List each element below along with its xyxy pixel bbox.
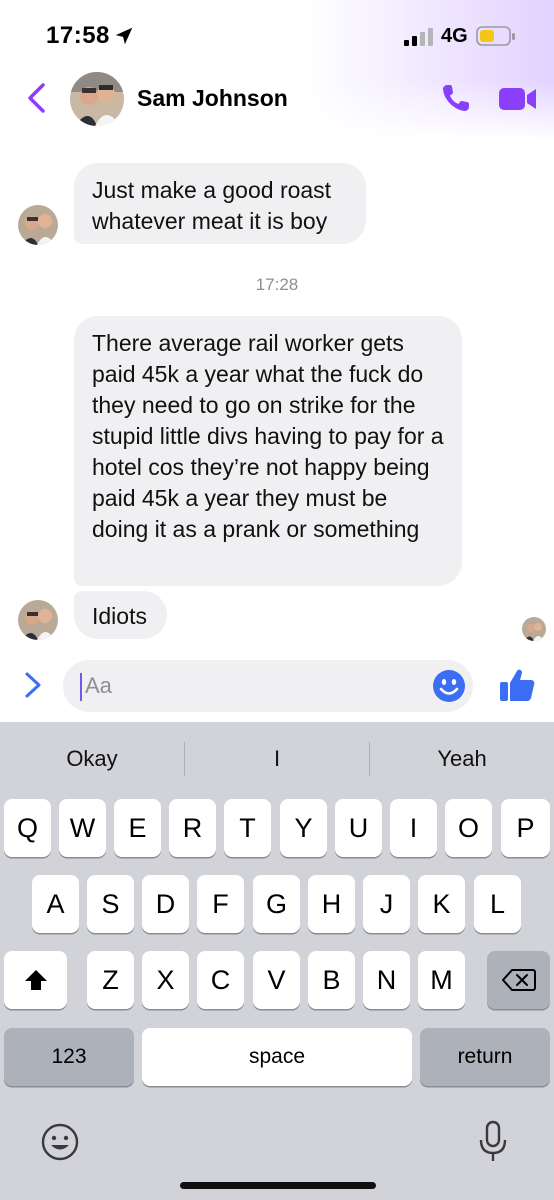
back-chevron-icon[interactable] <box>24 82 50 114</box>
key-s[interactable]: S <box>87 875 134 933</box>
message-input[interactable] <box>63 660 473 712</box>
home-indicator[interactable] <box>180 1182 376 1189</box>
key-t[interactable]: T <box>224 799 271 857</box>
key-u[interactable]: U <box>335 799 382 857</box>
key-b[interactable]: B <box>308 951 355 1009</box>
emoji-keyboard-icon[interactable] <box>40 1122 80 1162</box>
video-call-icon[interactable] <box>498 86 538 112</box>
key-m[interactable]: M <box>418 951 465 1009</box>
key-g[interactable]: G <box>253 875 300 933</box>
shift-arrow-icon <box>24 970 47 990</box>
microphone-icon[interactable] <box>478 1120 508 1164</box>
key-n[interactable]: N <box>363 951 410 1009</box>
key-j[interactable]: J <box>363 875 410 933</box>
text-caret <box>80 673 82 701</box>
space-key[interactable]: space <box>142 1028 412 1086</box>
suggestion-1[interactable]: Okay <box>0 736 184 782</box>
sender-avatar[interactable] <box>18 600 58 640</box>
contact-name[interactable]: Sam Johnson <box>137 85 288 112</box>
status-time: 17:58 <box>46 22 110 49</box>
return-key[interactable]: return <box>420 1028 550 1086</box>
key-c[interactable]: C <box>197 951 244 1009</box>
message-bubble[interactable]: Just make a good roast whatever meat it … <box>74 163 366 244</box>
key-y[interactable]: Y <box>280 799 327 857</box>
contact-avatar[interactable] <box>70 72 124 126</box>
thumbs-up-icon[interactable] <box>498 666 536 704</box>
signal-icon <box>404 28 433 46</box>
key-z[interactable]: Z <box>87 951 134 1009</box>
key-a[interactable]: A <box>32 875 79 933</box>
message-timestamp: 17:28 <box>255 275 299 294</box>
key-f[interactable]: F <box>197 875 244 933</box>
location-arrow-icon <box>115 27 133 45</box>
key-i[interactable]: I <box>390 799 437 857</box>
shift-key[interactable] <box>4 951 67 1009</box>
key-v[interactable]: V <box>253 951 300 1009</box>
key-o[interactable]: O <box>445 799 492 857</box>
network-label: 4G <box>441 25 468 47</box>
key-k[interactable]: K <box>418 875 465 933</box>
message-bubble[interactable]: Idiots <box>74 591 167 639</box>
backspace-key[interactable] <box>487 951 550 1009</box>
key-q[interactable]: Q <box>4 799 51 857</box>
phone-call-icon[interactable] <box>440 82 472 114</box>
backspace-icon <box>501 969 536 991</box>
expand-actions-icon[interactable] <box>22 670 44 700</box>
message-bubble[interactable]: There average rail worker gets paid 45k … <box>74 316 462 586</box>
read-receipt-avatar <box>522 617 546 641</box>
suggestion-3[interactable]: Yeah <box>370 736 554 782</box>
battery-icon <box>476 26 515 46</box>
numbers-key[interactable]: 123 <box>4 1028 134 1086</box>
key-p[interactable]: P <box>501 799 550 857</box>
key-x[interactable]: X <box>142 951 189 1009</box>
key-w[interactable]: W <box>59 799 106 857</box>
key-d[interactable]: D <box>142 875 189 933</box>
suggestion-2[interactable]: I <box>185 736 369 782</box>
key-l[interactable]: L <box>474 875 521 933</box>
key-r[interactable]: R <box>169 799 216 857</box>
key-h[interactable]: H <box>308 875 355 933</box>
key-e[interactable]: E <box>114 799 161 857</box>
emoji-icon[interactable] <box>432 669 466 703</box>
sender-avatar[interactable] <box>18 205 58 245</box>
